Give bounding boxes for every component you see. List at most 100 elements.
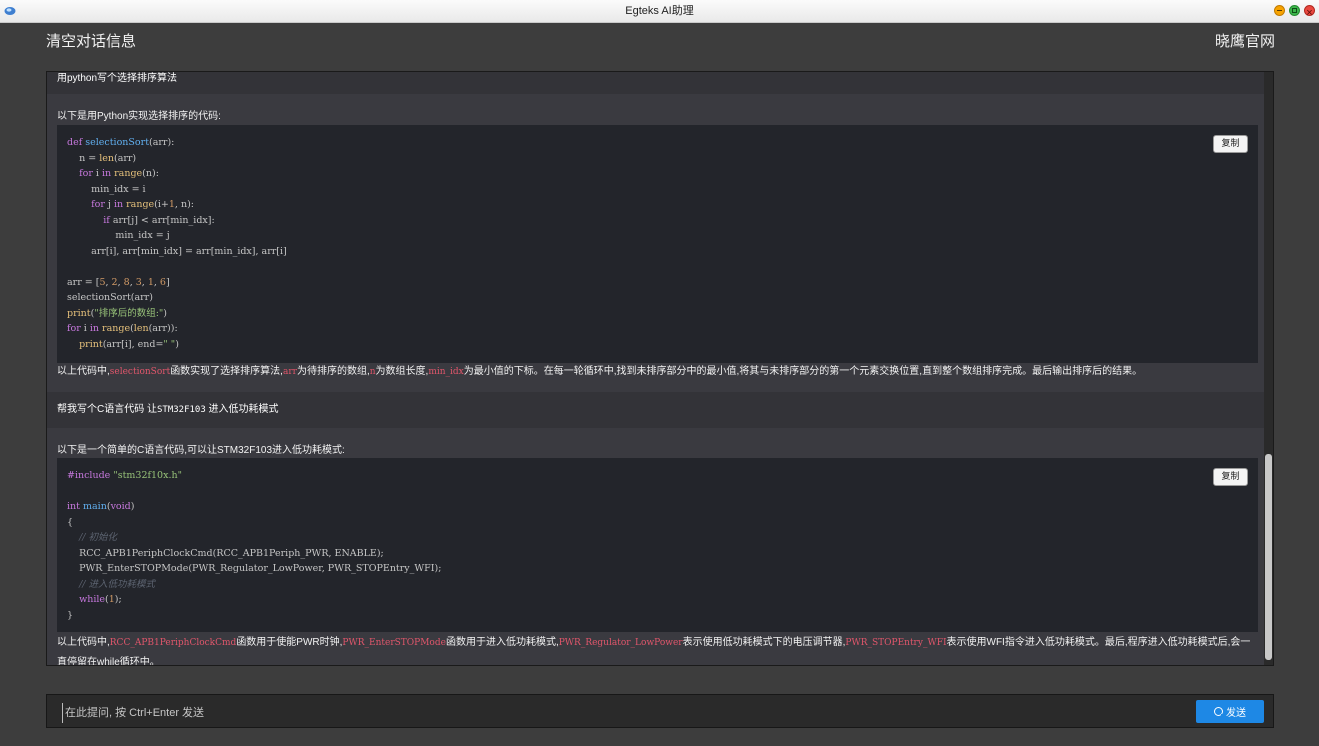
window-controls (1274, 2, 1315, 24)
code-token: (i+ (154, 199, 169, 210)
user-message-text: 用python写个选择排序算法 (57, 73, 178, 84)
inline-code: PWR_STOPEntry_WFI (845, 638, 947, 648)
code-token: len (133, 323, 149, 334)
code-token: len (99, 152, 114, 164)
code-token: print (67, 307, 91, 319)
clear-conversation-button[interactable]: 清空对话信息 (46, 30, 136, 51)
code-token: if (67, 214, 113, 226)
explanation-text: 为数组长度, (375, 366, 429, 377)
inline-code: arr (282, 367, 297, 377)
code-token: min_idx = i (67, 183, 146, 195)
input-bar: 发送 (46, 694, 1274, 728)
minimize-icon[interactable] (1274, 5, 1285, 16)
code-line: } (67, 608, 1248, 624)
official-site-link[interactable]: 晓鹰官网 (1215, 30, 1275, 51)
code-token: range (102, 323, 131, 334)
code-line: // 进入低功耗模式 (67, 577, 1248, 593)
code-token: arr[j] < arr[min_idx]: (112, 214, 215, 226)
question-input[interactable] (62, 703, 967, 723)
code-token: ] (165, 276, 170, 288)
code-token: for (67, 199, 108, 210)
code-token: n = (67, 152, 100, 164)
code-line: if arr[j] < arr[min_idx]: (67, 213, 1248, 229)
code-line: for i in range(n): (67, 166, 1248, 182)
code-token: "stm32f10x.h" (113, 470, 182, 481)
code-token: main (83, 501, 107, 512)
code-line: min_idx = j (67, 228, 1248, 244)
code-content: def selectionSort(arr): n = len(arr) for… (67, 135, 1248, 352)
code-token: PWR_EnterSTOPMode(PWR_Regulator_LowPower… (67, 563, 442, 574)
code-token: void (110, 501, 131, 512)
code-content: #include "stm32f10x.h" int main(void){ //… (67, 468, 1248, 623)
assistant-explanation: 以上代码中,RCC_APB1PeriphClockCmd函数用于使能PWR时钟,… (57, 633, 1257, 665)
user-message-suffix: 进入低功耗模式 (205, 404, 279, 415)
code-token: int (67, 501, 83, 512)
explanation-text: 函数用于进入低功耗模式, (445, 637, 559, 648)
code-line: print(arr[i], end=" ") (67, 337, 1248, 353)
code-token: selectionSort (85, 137, 150, 148)
copy-code-button[interactable]: 复制 (1213, 135, 1248, 153)
code-token: #include (67, 470, 114, 481)
assistant-message: 以下是用Python实现选择排序的代码: def selectionSort(a… (47, 94, 1266, 392)
code-token: (arr[i], end= (102, 338, 164, 350)
code-token: } (67, 609, 74, 621)
code-line: int main(void) (67, 499, 1248, 515)
code-token: arr[i], arr[min_idx] = arr[min_idx], arr… (67, 245, 287, 257)
code-token: in (113, 199, 127, 210)
code-line: selectionSort(arr) (67, 290, 1248, 306)
code-token: def (67, 137, 86, 148)
maximize-icon[interactable] (1289, 5, 1300, 16)
user-message: 帮我写个C语言代码 让STM32F103 进入低功耗模式 (47, 392, 1266, 428)
code-token: (arr)): (148, 323, 178, 334)
inline-code: RCC_APB1PeriphClockCmd (109, 638, 237, 648)
code-token: for (67, 168, 96, 179)
code-token: arr = [ (67, 276, 100, 288)
inline-code: PWR_EnterSTOPMode (342, 638, 446, 648)
send-button-label: 发送 (1226, 708, 1246, 719)
scrollbar-track[interactable] (1264, 72, 1273, 665)
assistant-intro-text: 以下是一个简单的C语言代码,可以让STM32F103进入低功耗模式: (57, 445, 345, 456)
code-line: #include "stm32f10x.h" (67, 468, 1248, 484)
close-icon[interactable] (1304, 2, 1315, 24)
assistant-intro-text: 以下是用Python实现选择排序的代码: (57, 111, 221, 122)
send-button[interactable]: 发送 (1196, 700, 1264, 723)
explanation-text: 表示使用低功耗模式下的电压调节器, (682, 637, 846, 648)
code-token: ) (175, 338, 179, 350)
code-line: RCC_APB1PeriphClockCmd(RCC_APB1Periph_PW… (67, 546, 1248, 562)
explanation-text: 函数实现了选择排序算法, (170, 366, 283, 377)
code-token: // 进入低功耗模式 (67, 578, 156, 590)
explanation-text: 以上代码中, (57, 637, 110, 648)
code-token: , n): (174, 199, 194, 210)
code-line: for i in range(len(arr)): (67, 321, 1248, 337)
assistant-message: 以下是一个简单的C语言代码,可以让STM32F103进入低功耗模式: #incl… (47, 428, 1266, 665)
code-token: "排序后的数组:" (94, 307, 164, 319)
code-token: (n): (142, 168, 159, 179)
code-line: for j in range(i+1, n): (67, 197, 1248, 213)
code-line: PWR_EnterSTOPMode(PWR_Regulator_LowPower… (67, 561, 1248, 577)
code-token: min_idx = j (67, 230, 170, 241)
scrollbar-thumb[interactable] (1265, 454, 1272, 660)
assistant-explanation: 以上代码中,selectionSort函数实现了选择排序算法,arr为待排序的数… (57, 362, 1257, 382)
copy-code-button[interactable]: 复制 (1213, 468, 1248, 486)
code-token: (arr): (149, 137, 175, 148)
app-logo-icon (4, 7, 16, 15)
user-message: 用python写个选择排序算法 (47, 72, 1266, 94)
inline-code: PWR_Regulator_LowPower (558, 638, 683, 648)
code-line: { (67, 515, 1248, 531)
code-token: // 初始化 (67, 532, 118, 543)
code-token: { (67, 516, 74, 528)
chat-history-panel[interactable]: 用python写个选择排序算法 以下是用Python实现选择排序的代码: def… (46, 71, 1274, 666)
code-token: print (67, 338, 103, 350)
explanation-text: 以上代码中, (57, 366, 110, 377)
user-message-code: STM32F103 (157, 405, 206, 415)
code-token: selectionSort(arr) (67, 292, 153, 303)
send-icon (1214, 707, 1224, 717)
code-line: def selectionSort(arr): (67, 135, 1248, 151)
code-token: range (114, 168, 143, 179)
code-line: while(1); (67, 592, 1248, 608)
code-token: range (126, 199, 155, 210)
user-message-text: 帮我写个C语言代码 让 (57, 404, 157, 415)
code-line: min_idx = i (67, 182, 1248, 198)
